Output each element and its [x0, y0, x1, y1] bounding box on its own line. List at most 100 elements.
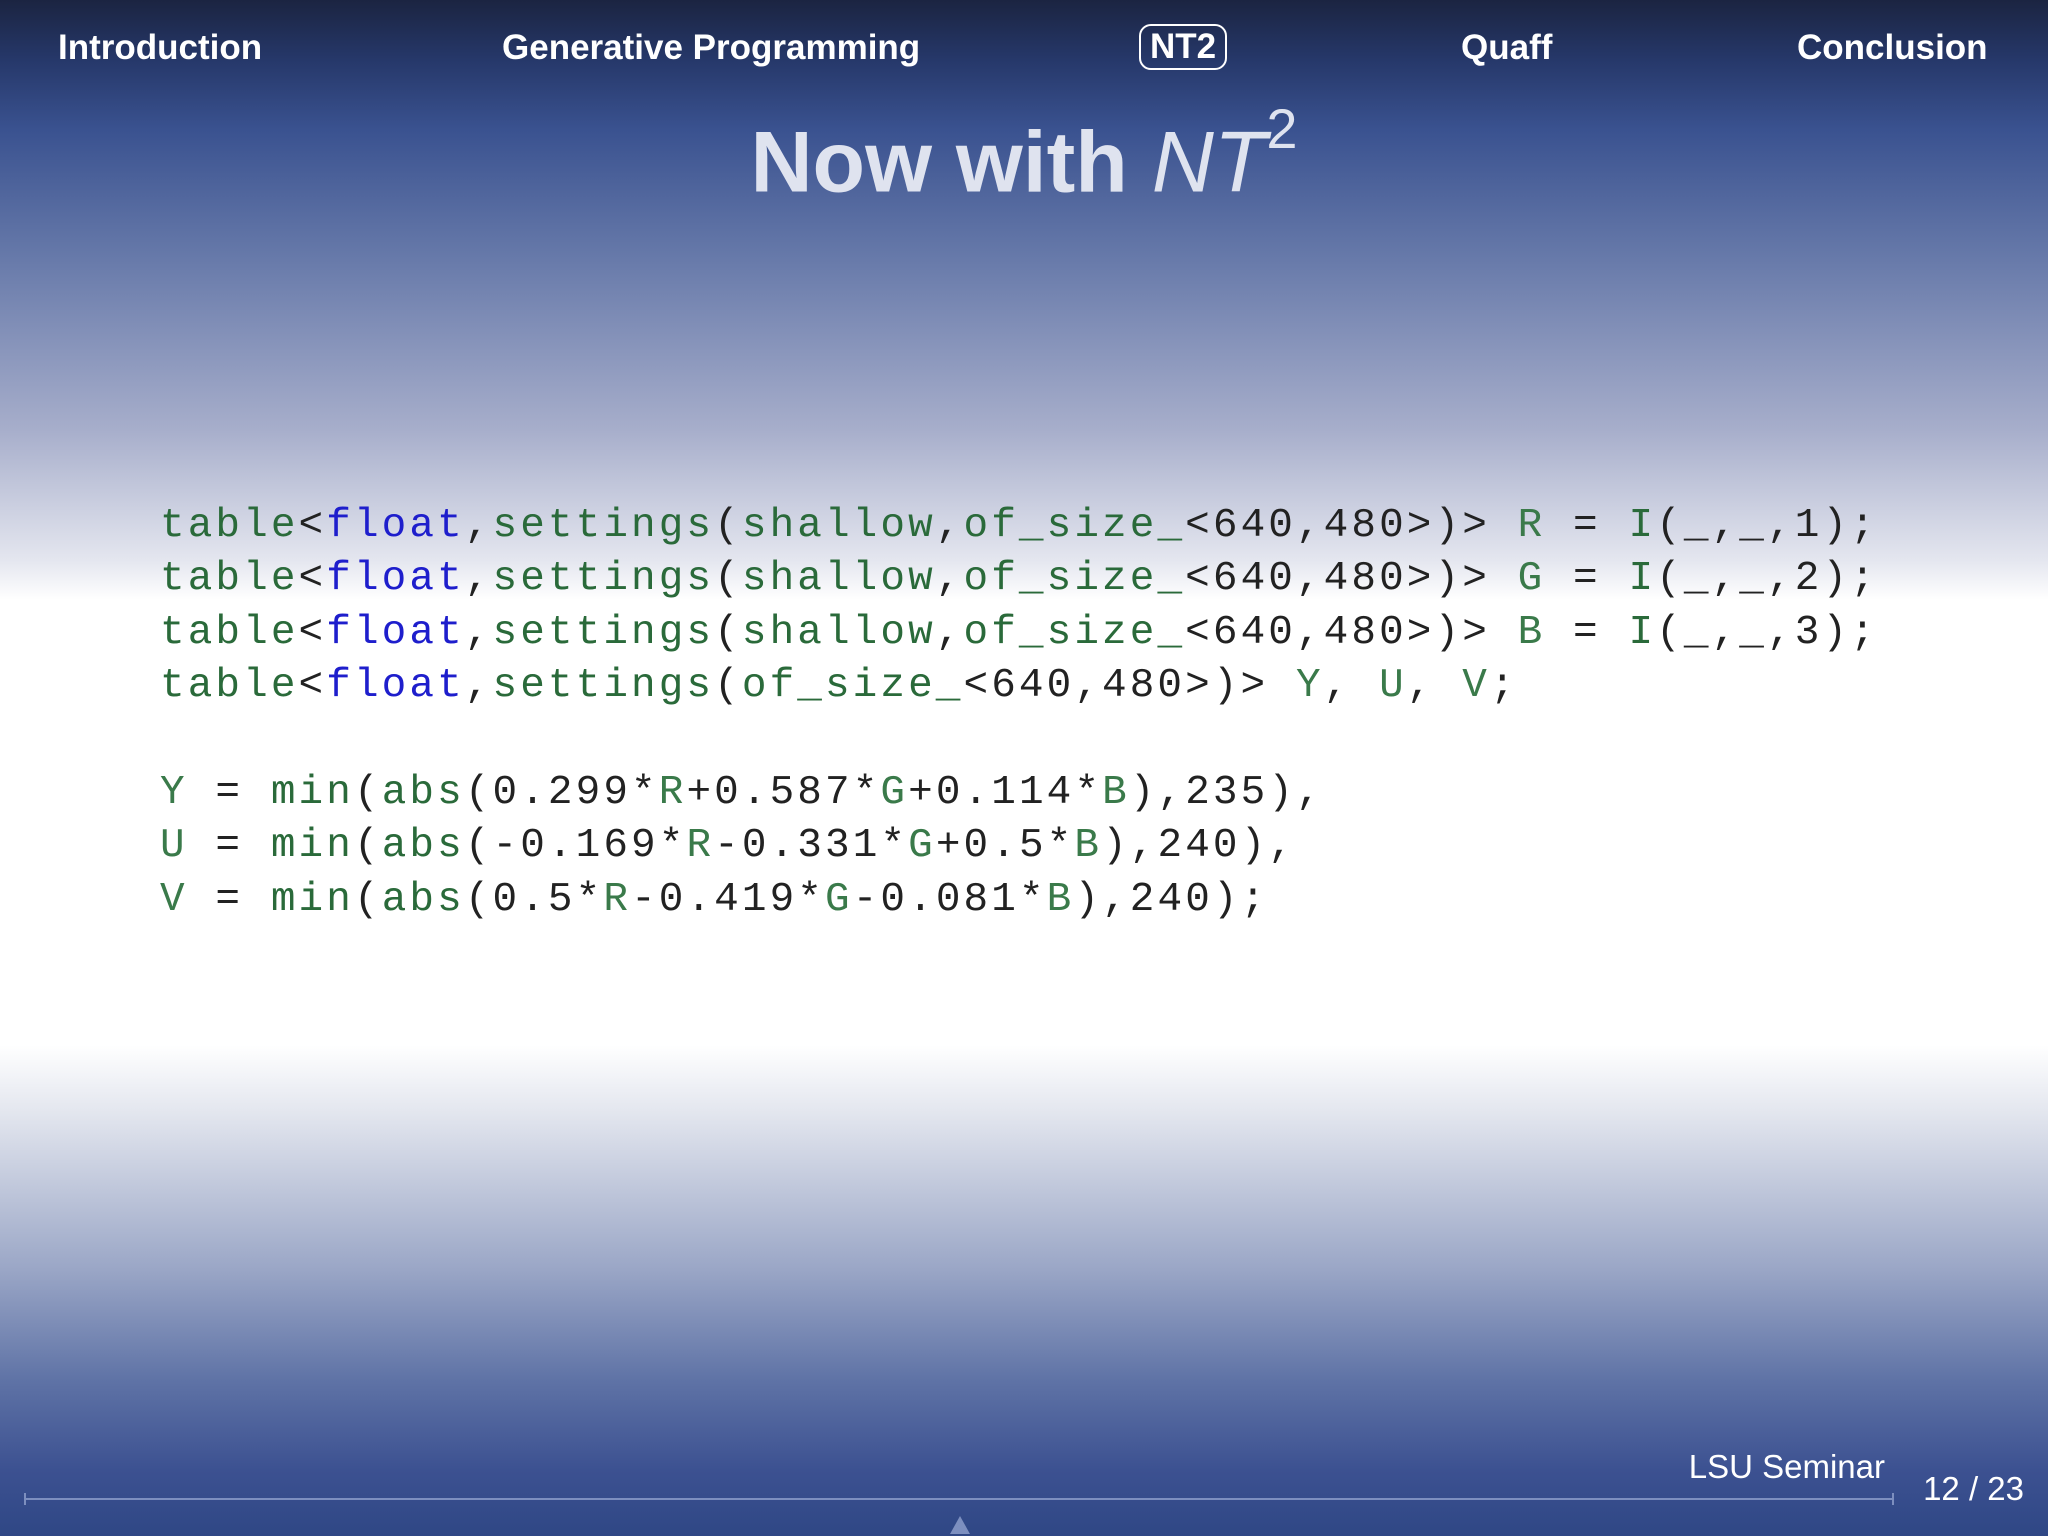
code-token: ( — [353, 769, 382, 816]
code-token: (0.5* — [464, 876, 604, 923]
code-token: settings — [492, 609, 715, 656]
code-token: of_size_ — [963, 503, 1186, 549]
code-token: shallow — [741, 503, 936, 549]
code-token: , — [1406, 663, 1463, 710]
code-line: table<float,settings(shallow,of_size_<64… — [160, 553, 1878, 606]
code-token: table — [160, 609, 299, 656]
code-token: B — [1102, 769, 1130, 816]
code-token: I — [1628, 556, 1657, 603]
code-token: <640,480>)> — [963, 663, 1296, 710]
code-line: table<float,settings(of_size_<640,480>)>… — [160, 660, 1878, 713]
code-token: B — [1074, 823, 1103, 870]
code-token: , — [1323, 663, 1380, 710]
code-token: +0.587* — [686, 769, 881, 816]
code-token: ; — [1489, 663, 1518, 710]
code-token: of_size_ — [741, 663, 964, 710]
code-line: table<float,settings(shallow,of_size_<64… — [160, 500, 1878, 553]
code-token: (0.299* — [464, 769, 659, 816]
code-token: ),235), — [1129, 769, 1324, 816]
nav-item-introduction[interactable]: Introduction — [58, 26, 262, 70]
nav-item-conclusion[interactable]: Conclusion — [1797, 26, 1988, 70]
slide-footer: LSU Seminar 12 / 23 — [0, 1426, 2048, 1536]
code-token: abs — [381, 823, 465, 870]
code-token: <640,480>)> — [1185, 503, 1518, 549]
code-token: = — [1545, 609, 1629, 656]
code-token: float — [326, 663, 465, 710]
code-token: = — [187, 769, 271, 816]
code-line: table<float,settings(shallow,of_size_<64… — [160, 607, 1878, 660]
code-token: , — [464, 609, 493, 656]
slide-title-text: Now with — [750, 114, 1152, 211]
code-token: I — [1628, 503, 1657, 549]
code-token: G — [825, 876, 853, 923]
code-token: ( — [714, 503, 742, 549]
nav-item-quaff[interactable]: Quaff — [1461, 26, 1552, 70]
code-token: R — [686, 823, 715, 870]
code-token: (_,_,3); — [1656, 609, 1878, 656]
code-token: , — [935, 503, 964, 549]
code-block: table<float,settings(shallow,of_size_<64… — [160, 500, 1878, 927]
code-token: U — [160, 823, 188, 870]
slide-title-italic: NT — [1151, 114, 1267, 211]
nav-item-generative-programming[interactable]: Generative Programming — [502, 26, 920, 70]
code-line: Y = min(abs(0.299*R+0.587*G+0.114*B),235… — [160, 767, 1878, 820]
section-navigation: Introduction Generative Programming NT2 … — [0, 0, 2048, 96]
code-token: <640,480>)> — [1185, 556, 1518, 603]
code-line: U = min(abs(-0.169*R-0.331*G+0.5*B),240)… — [160, 820, 1878, 873]
code-token: ),240), — [1102, 823, 1297, 870]
code-token: R — [658, 769, 687, 816]
code-token: ( — [714, 556, 742, 603]
code-token: Y — [160, 769, 188, 816]
code-token: -0.081* — [852, 876, 1047, 923]
code-token: , — [464, 556, 493, 603]
code-token: (-0.169* — [464, 823, 687, 870]
code-token: = — [187, 876, 271, 923]
code-token: I — [1628, 609, 1657, 656]
code-token: (_,_,1); — [1656, 503, 1878, 549]
code-token: shallow — [741, 609, 936, 656]
code-token: +0.114* — [908, 769, 1103, 816]
code-token: , — [935, 609, 964, 656]
code-line: V = min(abs(0.5*R-0.419*G-0.081*B),240); — [160, 874, 1878, 927]
code-token: settings — [492, 503, 715, 549]
code-token: < — [298, 663, 327, 710]
code-token: float — [326, 556, 465, 603]
progress-marker-icon — [950, 1516, 970, 1534]
code-token: ),240); — [1074, 876, 1269, 923]
code-token: of_size_ — [963, 556, 1186, 603]
code-token: < — [298, 609, 327, 656]
code-token: float — [326, 503, 465, 549]
code-token: abs — [381, 876, 465, 923]
code-token: R — [603, 876, 632, 923]
code-token: ( — [714, 663, 742, 710]
code-token: B — [1517, 609, 1546, 656]
nav-item-nt2[interactable]: NT2 — [1139, 24, 1228, 70]
code-token: ( — [353, 823, 382, 870]
code-token: V — [1462, 663, 1490, 710]
code-token: float — [326, 609, 465, 656]
code-token: settings — [492, 556, 715, 603]
code-token: of_size_ — [963, 609, 1186, 656]
code-token: U — [1379, 663, 1407, 710]
code-token: G — [1517, 556, 1546, 603]
code-token: , — [464, 503, 493, 549]
code-token: -0.419* — [631, 876, 825, 923]
code-token: table — [160, 663, 299, 710]
code-token: , — [935, 556, 964, 603]
page-number: 12 / 23 — [1923, 1470, 2024, 1507]
code-token: table — [160, 556, 299, 603]
code-token: ( — [353, 876, 382, 923]
code-token: table — [160, 503, 299, 549]
code-token: min — [270, 769, 354, 816]
code-token: = — [187, 823, 271, 870]
code-token: min — [270, 876, 354, 923]
code-token: +0.5* — [935, 823, 1075, 870]
code-token: V — [160, 876, 188, 923]
code-token: , — [464, 663, 493, 710]
code-token: B — [1046, 876, 1075, 923]
code-token: settings — [492, 663, 715, 710]
code-token: shallow — [741, 556, 936, 603]
code-token: -0.331* — [714, 823, 909, 870]
progress-bar — [24, 1493, 1894, 1505]
slide-title-superscript: 2 — [1266, 97, 1298, 160]
